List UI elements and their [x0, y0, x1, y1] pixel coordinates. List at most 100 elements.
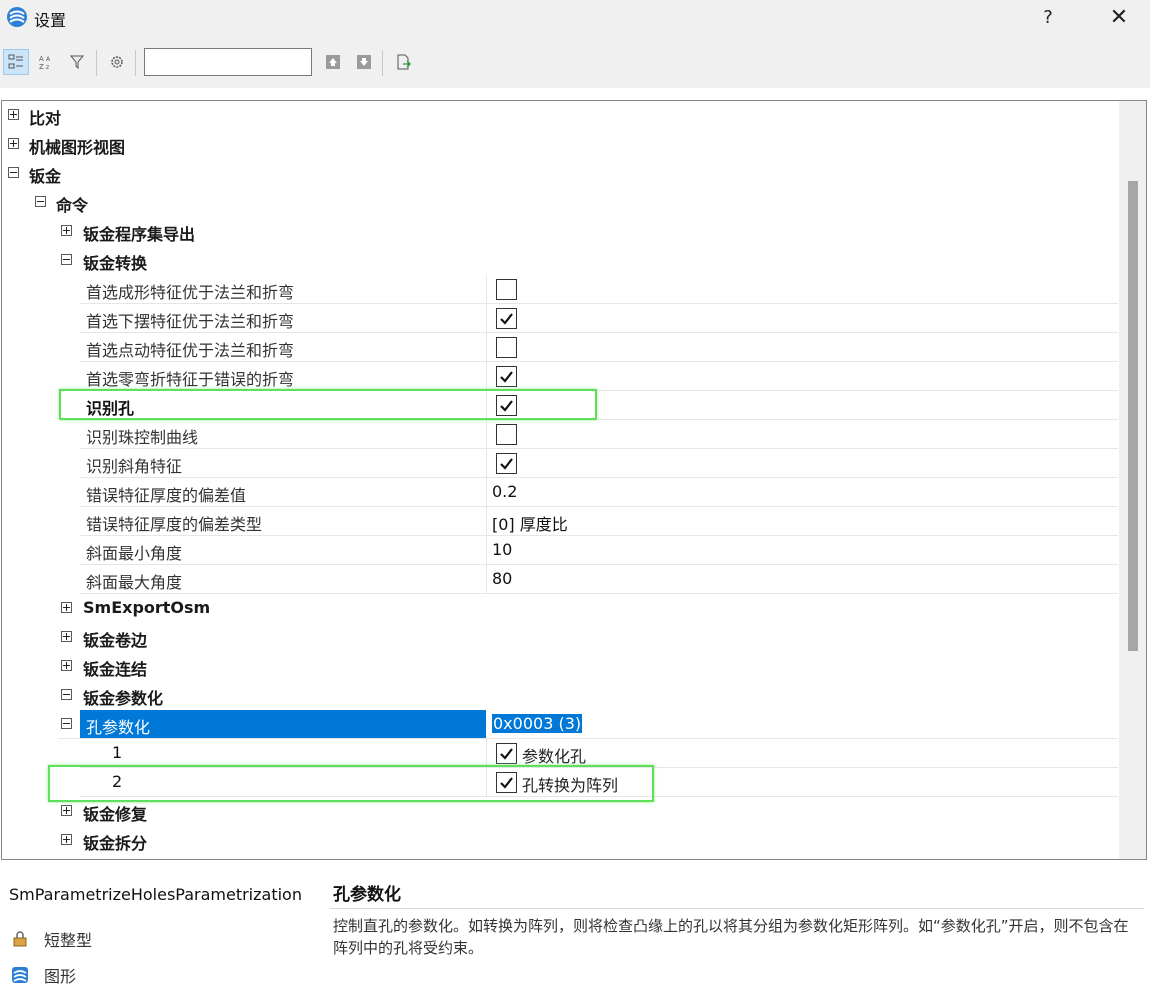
tree-node-chaifen[interactable]: 钣金拆分 [2, 826, 1118, 855]
property-row[interactable]: 首选成形特征优于法兰和折弯 [80, 275, 1118, 304]
checkbox-label: 参数化孔 [522, 747, 587, 766]
property-id: SmParametrizeHolesParametrization [9, 885, 302, 904]
type-info[interactable]: 短整型 [10, 927, 92, 951]
collapse-icon[interactable] [61, 718, 72, 729]
app-logo-icon [6, 6, 28, 28]
column-divider [486, 768, 487, 797]
property-value[interactable]: 0x0003 (3) [492, 714, 583, 733]
title-bar: 设置 ? ✕ [0, 0, 1150, 38]
type-label: 短整型 [44, 931, 93, 950]
property-checkbox[interactable] [496, 337, 517, 358]
divider [330, 908, 1144, 909]
category-info[interactable]: 图形 [10, 963, 76, 987]
property-row[interactable]: 首选下摆特征优于法兰和折弯 [80, 304, 1118, 333]
tree-node-chengxu[interactable]: 钣金程序集导出 [2, 217, 1118, 246]
property-value[interactable]: 10 [492, 540, 512, 559]
graphics-icon [10, 965, 30, 985]
filter-button[interactable] [65, 49, 91, 75]
check-icon [500, 777, 513, 789]
property-label: 首选零弯折特征于错误的折弯 [86, 370, 295, 389]
tree-node-lianjie[interactable]: 钣金连结 [2, 652, 1118, 681]
property-label: 错误特征厚度的偏差值 [86, 486, 247, 505]
property-label: 孔参数化 [86, 718, 151, 737]
tree-node-juanbian[interactable]: 钣金卷边 [2, 623, 1118, 652]
collapse-icon[interactable] [61, 254, 72, 265]
toolbar-separator [135, 50, 136, 76]
property-row[interactable]: 识别斜角特征 [80, 449, 1118, 478]
close-button[interactable]: ✕ [1102, 4, 1136, 32]
expand-icon[interactable] [8, 138, 19, 149]
property-row[interactable]: 识别孔 [80, 391, 1118, 420]
help-button[interactable]: ? [1034, 4, 1062, 32]
column-divider [486, 275, 487, 304]
property-checkbox[interactable] [496, 308, 517, 329]
tree-node-smexportosm[interactable]: SmExportOsm [2, 594, 1118, 623]
expand-icon[interactable] [61, 631, 72, 642]
svg-text:A: A [39, 55, 44, 63]
expand-icon[interactable] [61, 660, 72, 671]
property-grid[interactable]: 比对 机械图形视图 钣金 命令 钣金程序集导出 钣金转换 首选成形特征优于法兰和… [1, 100, 1147, 860]
move-down-button[interactable] [351, 49, 377, 75]
property-checkbox[interactable] [496, 424, 517, 445]
node-label: 钣金转换 [83, 254, 148, 273]
expand-icon[interactable] [8, 109, 19, 120]
expand-icon[interactable] [61, 602, 72, 613]
property-checkbox[interactable] [496, 772, 517, 793]
property-row[interactable]: 斜面最大角度 80 [80, 565, 1118, 594]
node-label: 钣金参数化 [83, 689, 164, 708]
property-row[interactable]: 错误特征厚度的偏差类型 [0] 厚度比 [80, 507, 1118, 536]
property-row[interactable]: 1 参数化孔 [80, 739, 1118, 768]
settings-button[interactable] [104, 49, 130, 75]
property-checkbox[interactable] [496, 453, 517, 474]
property-row[interactable]: 斜面最小角度 10 [80, 536, 1118, 565]
node-label: 钣金拆分 [83, 834, 148, 853]
category-label: 图形 [44, 967, 77, 986]
property-label: 2 [112, 772, 123, 791]
alphabetical-sort-button[interactable]: A Z A z [33, 49, 59, 75]
tree-node-banjin[interactable]: 钣金 [2, 159, 1118, 188]
tree-node-bidui[interactable]: 比对 [2, 101, 1118, 130]
tree-node-mingling[interactable]: 命令 [2, 188, 1118, 217]
property-row[interactable]: 识别珠控制曲线 [80, 420, 1118, 449]
column-divider [486, 362, 487, 391]
vertical-scrollbar[interactable] [1119, 101, 1146, 859]
export-button[interactable] [390, 49, 416, 75]
property-value[interactable]: 80 [492, 569, 512, 588]
property-label: 首选成形特征优于法兰和折弯 [86, 283, 295, 302]
expand-icon[interactable] [61, 225, 72, 236]
collapse-icon[interactable] [35, 196, 46, 207]
tree-node-canshuhua[interactable]: 钣金参数化 [2, 681, 1118, 710]
expand-icon[interactable] [61, 834, 72, 845]
property-label: 斜面最小角度 [86, 544, 183, 563]
property-row[interactable]: 首选点动特征优于法兰和折弯 [80, 333, 1118, 362]
property-row[interactable]: 首选零弯折特征于错误的折弯 [80, 362, 1118, 391]
node-label: 钣金卷边 [83, 631, 148, 650]
property-checkbox[interactable] [496, 395, 517, 416]
node-label: 比对 [29, 109, 62, 128]
property-checkbox[interactable] [496, 279, 517, 300]
property-row[interactable]: 错误特征厚度的偏差值 0.2 [80, 478, 1118, 507]
tree-node-zhuanhuan[interactable]: 钣金转换 [2, 246, 1118, 275]
scrollbar-thumb[interactable] [1128, 181, 1138, 651]
property-label: 识别孔 [86, 399, 135, 418]
property-row-selected[interactable]: 孔参数化 0x0003 (3) [58, 710, 1118, 739]
property-checkbox[interactable] [496, 366, 517, 387]
window-title: 设置 [34, 11, 67, 30]
property-value[interactable]: 0.2 [492, 482, 517, 501]
property-value[interactable]: [0] 厚度比 [492, 511, 568, 535]
collapse-icon[interactable] [8, 167, 19, 178]
property-row[interactable]: 2 孔转换为阵列 [80, 768, 1118, 797]
property-checkbox[interactable] [496, 743, 517, 764]
collapse-icon[interactable] [61, 689, 72, 700]
search-input[interactable] [144, 48, 312, 76]
checkbox-label: 孔转换为阵列 [522, 776, 619, 795]
svg-text:Z: Z [39, 63, 44, 70]
column-divider [486, 449, 487, 478]
categorized-view-button[interactable] [3, 49, 29, 75]
tree-node-jixie[interactable]: 机械图形视图 [2, 130, 1118, 159]
tree-node-xiufu[interactable]: 钣金修复 [2, 797, 1118, 826]
svg-text:z: z [46, 64, 49, 70]
move-up-button[interactable] [320, 49, 346, 75]
expand-icon[interactable] [61, 805, 72, 816]
column-divider [486, 391, 487, 420]
